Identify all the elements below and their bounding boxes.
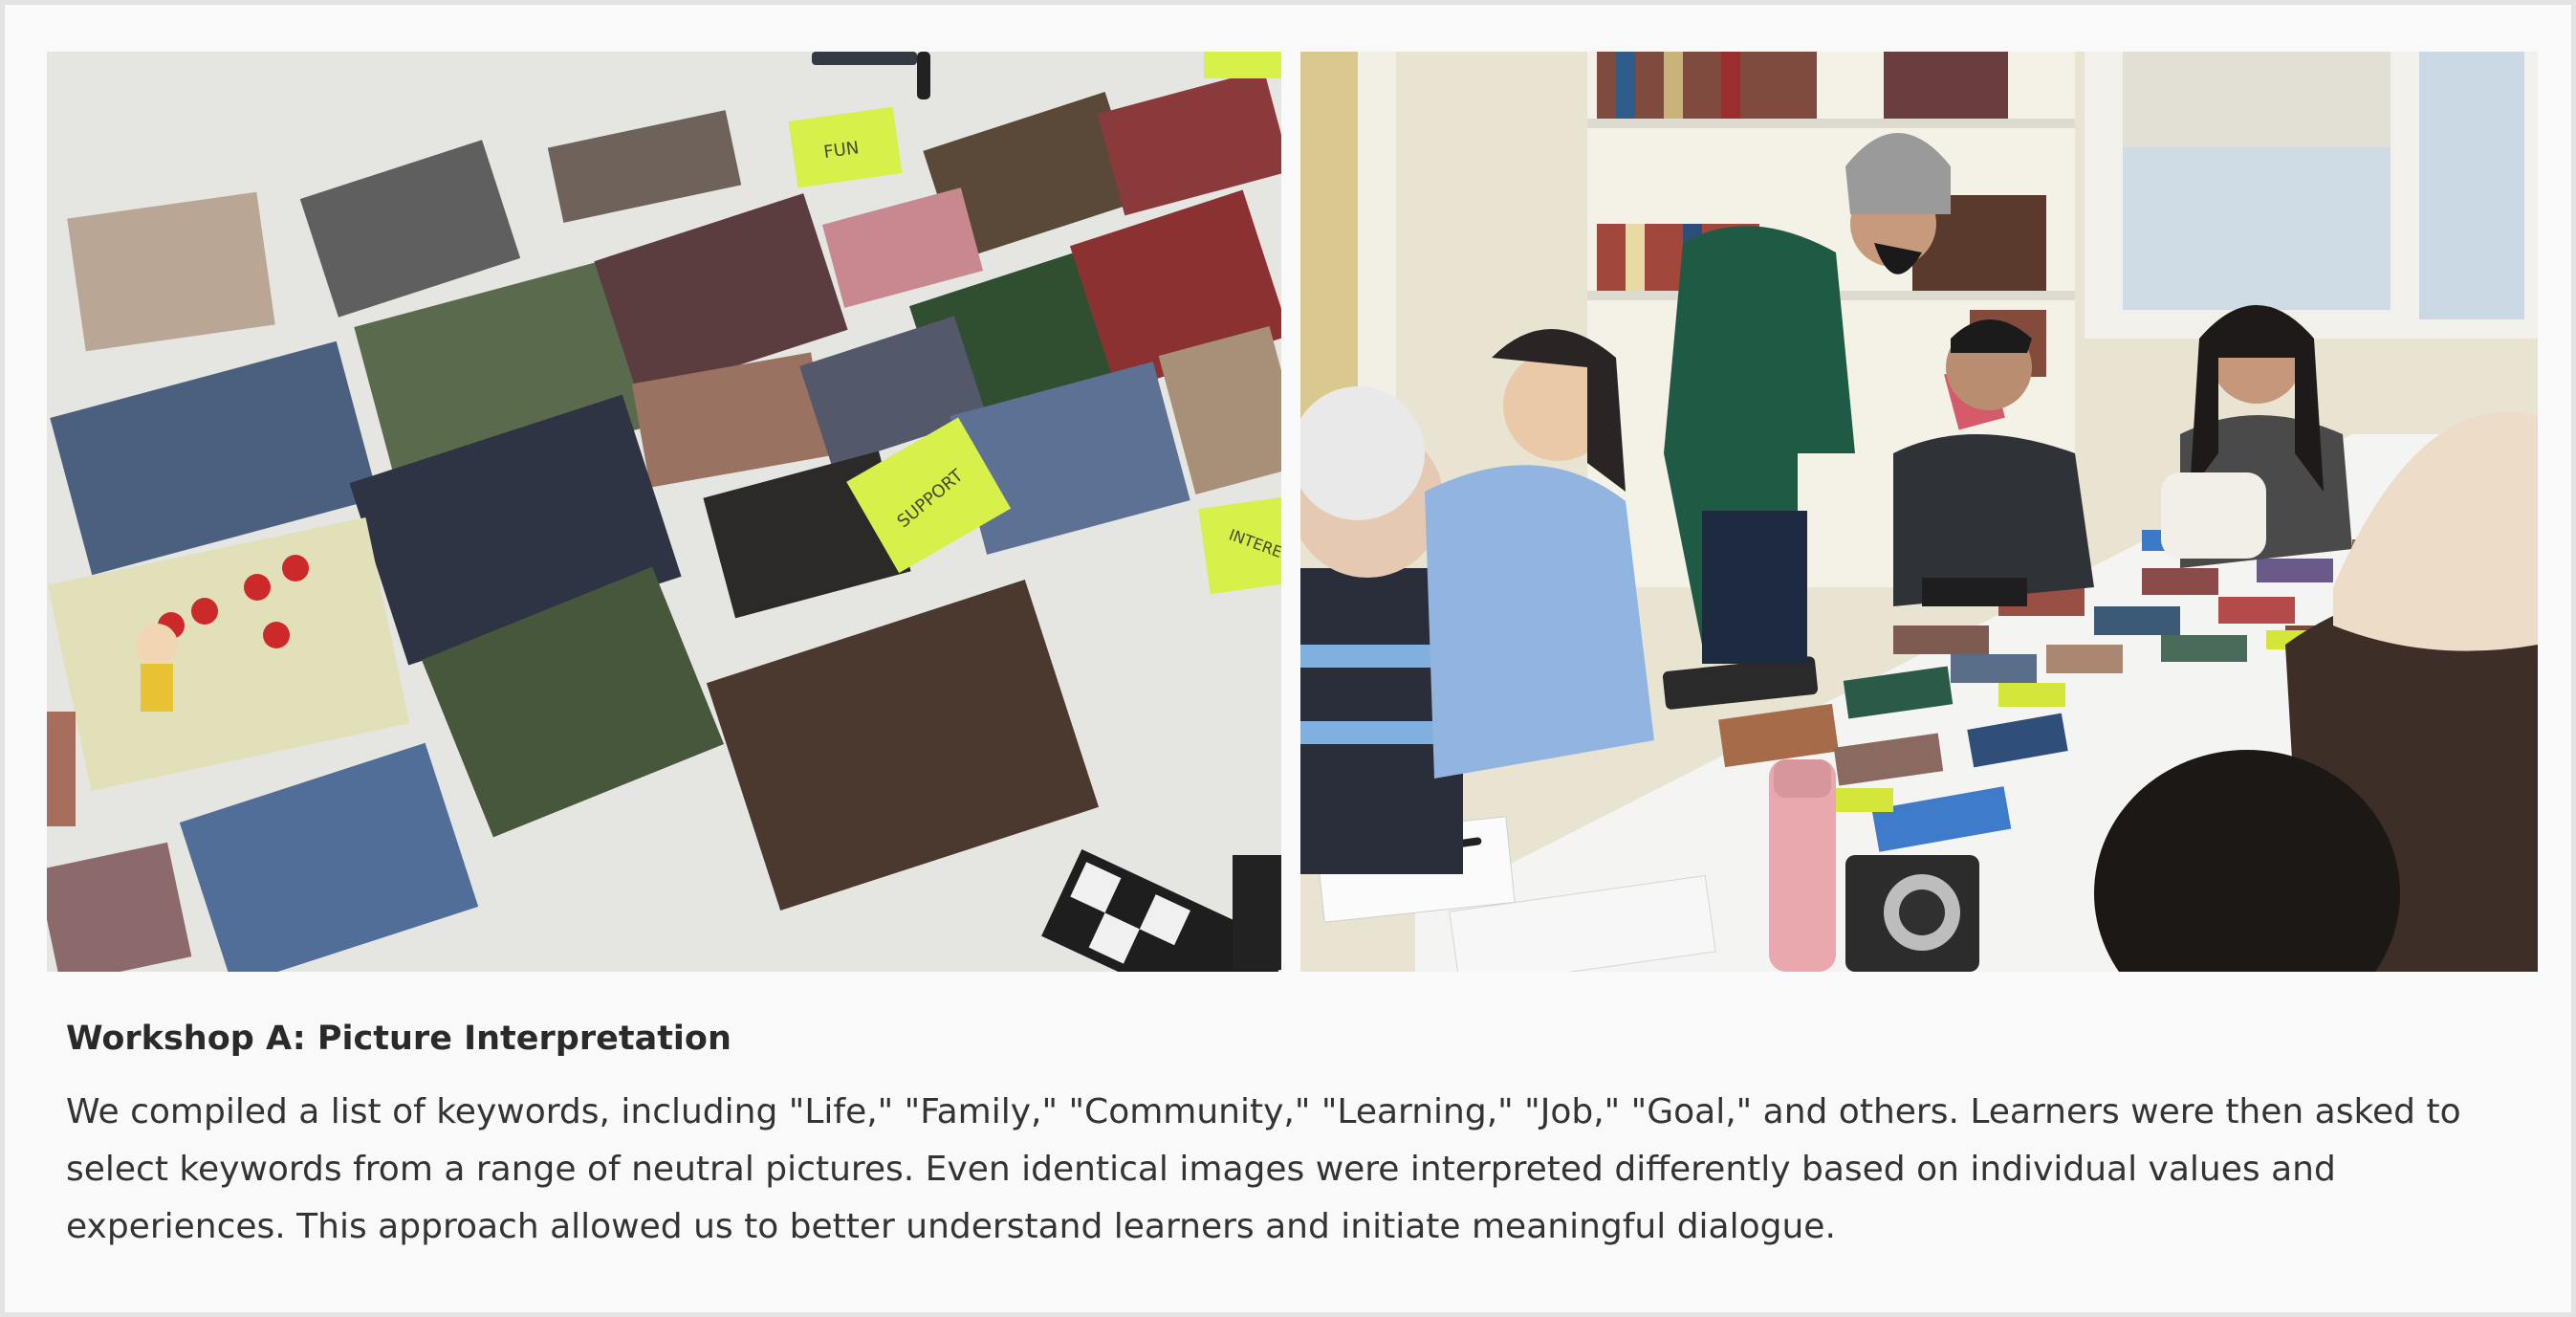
page-frame: FUN SUPPORT INTERE Workshop A: Picture I…	[0, 0, 2576, 1317]
content-card: FUN SUPPORT INTERE Workshop A: Picture I…	[5, 5, 2571, 1312]
photo-icon: FUN SUPPORT INTERE	[47, 52, 1281, 972]
workshop-photo-participants	[1300, 52, 2538, 972]
caption-body: We compiled a list of keywords, includin…	[66, 1092, 2461, 1246]
caption-title: Workshop A: Picture Interpretation	[66, 1020, 731, 1058]
water-bottle	[1769, 759, 1836, 972]
photo-icon	[1300, 52, 2538, 972]
window	[2085, 52, 2538, 339]
sticky-note-top-right	[1204, 52, 1281, 78]
sticky-note-interest: INTERE	[1198, 494, 1281, 595]
camera	[1845, 855, 1979, 972]
workshop-photo-pictures-on-table: FUN SUPPORT INTERE	[47, 52, 1281, 972]
